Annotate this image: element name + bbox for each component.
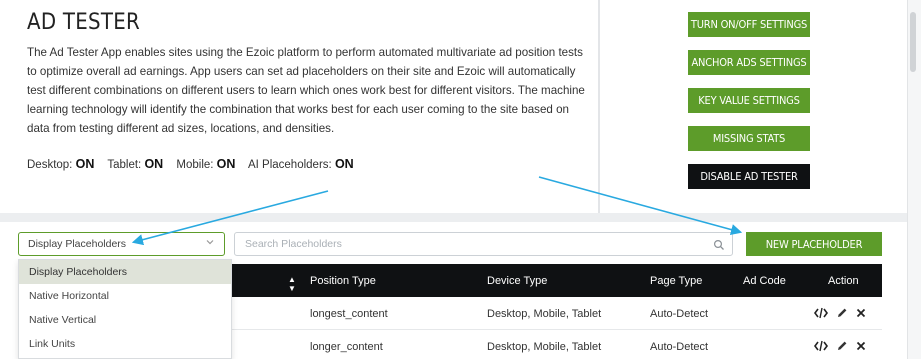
- mobile-status-label: Mobile:: [176, 159, 214, 171]
- settings-button-group: TURN ON/OFF SETTINGS ANCHOR ADS SETTINGS…: [688, 12, 810, 202]
- code-icon[interactable]: [814, 340, 828, 352]
- row-page-type: Auto-Detect: [650, 341, 709, 353]
- dropdown-option-native-horizontal[interactable]: Native Horizontal: [19, 284, 231, 308]
- disable-ad-tester-button[interactable]: DISABLE AD TESTER: [688, 164, 810, 189]
- row-page-type: Auto-Detect: [650, 308, 709, 320]
- new-placeholder-button[interactable]: NEW PLACEHOLDER: [746, 232, 882, 256]
- row-actions: [814, 340, 866, 352]
- ad-tester-page: AD TESTER The Ad Tester App enables site…: [0, 0, 921, 359]
- key-value-settings-button[interactable]: KEY VALUE SETTINGS: [688, 88, 810, 113]
- mobile-status-value: ON: [216, 157, 236, 171]
- ai-placeholders-status-value: ON: [334, 157, 354, 171]
- row-position-type: longest_content: [310, 308, 388, 320]
- placeholder-type-select[interactable]: Display Placeholders: [18, 232, 225, 256]
- close-icon[interactable]: [856, 341, 866, 351]
- col-page-type[interactable]: Page Type: [650, 275, 702, 287]
- row-device-type: Desktop, Mobile, Tablet: [487, 308, 602, 320]
- sort-icon[interactable]: ▲ ▼: [288, 275, 296, 293]
- col-device-type[interactable]: Device Type: [487, 275, 547, 287]
- col-action: Action: [828, 275, 859, 287]
- search-icon[interactable]: [713, 238, 725, 250]
- device-status-line: Desktop: ON Tablet: ON Mobile: ON AI Pla…: [27, 157, 364, 171]
- app-description: The Ad Tester App enables sites using th…: [27, 46, 585, 135]
- col-ad-code[interactable]: Ad Code: [743, 275, 786, 287]
- tablet-status-value: ON: [144, 157, 164, 171]
- chevron-down-icon: [205, 237, 215, 250]
- tablet-status-label: Tablet:: [107, 159, 142, 171]
- close-icon[interactable]: [856, 308, 866, 318]
- desktop-status-label: Desktop:: [27, 159, 73, 171]
- panel-divider: [598, 0, 600, 213]
- row-position-type: longer_content: [310, 341, 383, 353]
- pencil-icon[interactable]: [836, 307, 848, 319]
- placeholder-type-value: Display Placeholders: [28, 238, 127, 250]
- code-icon[interactable]: [814, 307, 828, 319]
- desktop-status-value: ON: [75, 157, 95, 171]
- col-position-type[interactable]: Position Type: [310, 275, 376, 287]
- turn-onoff-settings-button[interactable]: TURN ON/OFF SETTINGS: [688, 12, 810, 37]
- search-placeholders-input[interactable]: [235, 233, 695, 255]
- missing-stats-button[interactable]: MISSING STATS: [688, 126, 810, 151]
- pencil-icon[interactable]: [836, 340, 848, 352]
- dropdown-option-link-units[interactable]: Link Units: [19, 332, 231, 356]
- page-title: AD TESTER: [27, 10, 141, 35]
- row-actions: [814, 307, 866, 319]
- row-device-type: Desktop, Mobile, Tablet: [487, 341, 602, 353]
- search-placeholders-box: [234, 232, 733, 256]
- dropdown-option-display-placeholders[interactable]: Display Placeholders: [19, 260, 231, 284]
- ai-placeholders-status-label: AI Placeholders:: [247, 159, 332, 171]
- page-scrollbar-thumb[interactable]: [910, 12, 916, 72]
- dropdown-option-native-vertical[interactable]: Native Vertical: [19, 308, 231, 332]
- anchor-ads-settings-button[interactable]: ANCHOR ADS SETTINGS: [688, 50, 810, 75]
- placeholder-type-dropdown: Display Placeholders Native Horizontal N…: [18, 259, 232, 359]
